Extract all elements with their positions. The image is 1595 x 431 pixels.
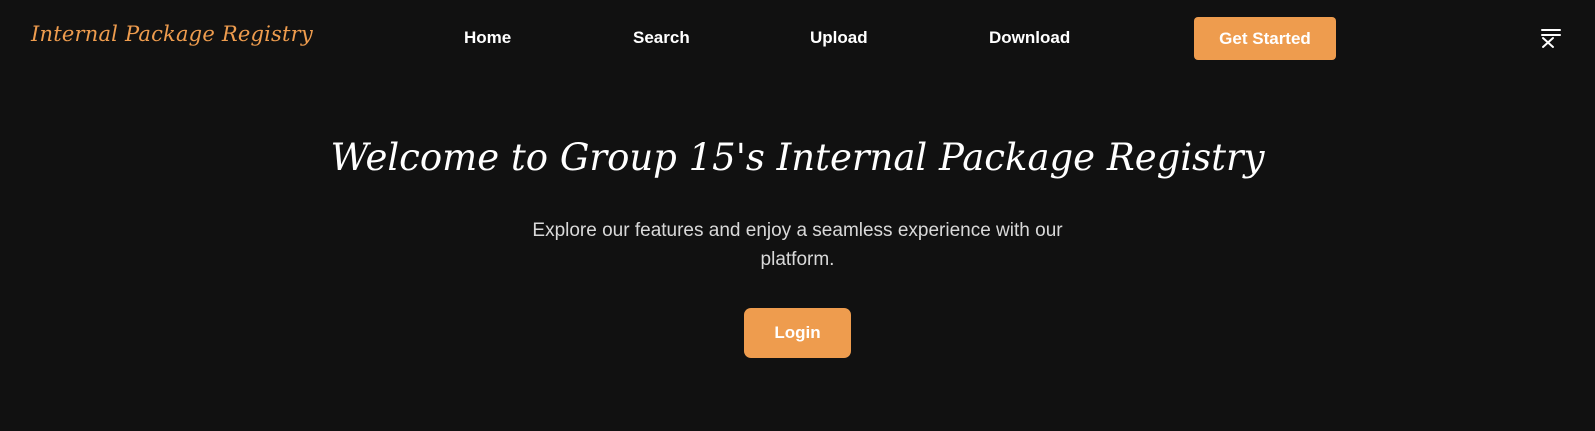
hero-subtitle: Explore our features and enjoy a seamles… xyxy=(532,220,1063,270)
nav-download-link[interactable]: Download xyxy=(989,28,1070,48)
navbar: Internal Package Registry Home Search Up… xyxy=(0,0,1595,78)
nav-home-link[interactable]: Home xyxy=(464,28,511,48)
brand-logo[interactable]: Internal Package Registry xyxy=(31,22,313,46)
login-button[interactable]: Login xyxy=(744,308,851,358)
hero-title: Welcome to Group 15's Internal Package R… xyxy=(330,136,1265,179)
nav-search-link[interactable]: Search xyxy=(633,28,690,48)
nav-upload-link[interactable]: Upload xyxy=(810,28,868,48)
menu-close-icon[interactable] xyxy=(1540,27,1562,49)
get-started-button[interactable]: Get Started xyxy=(1194,17,1336,60)
